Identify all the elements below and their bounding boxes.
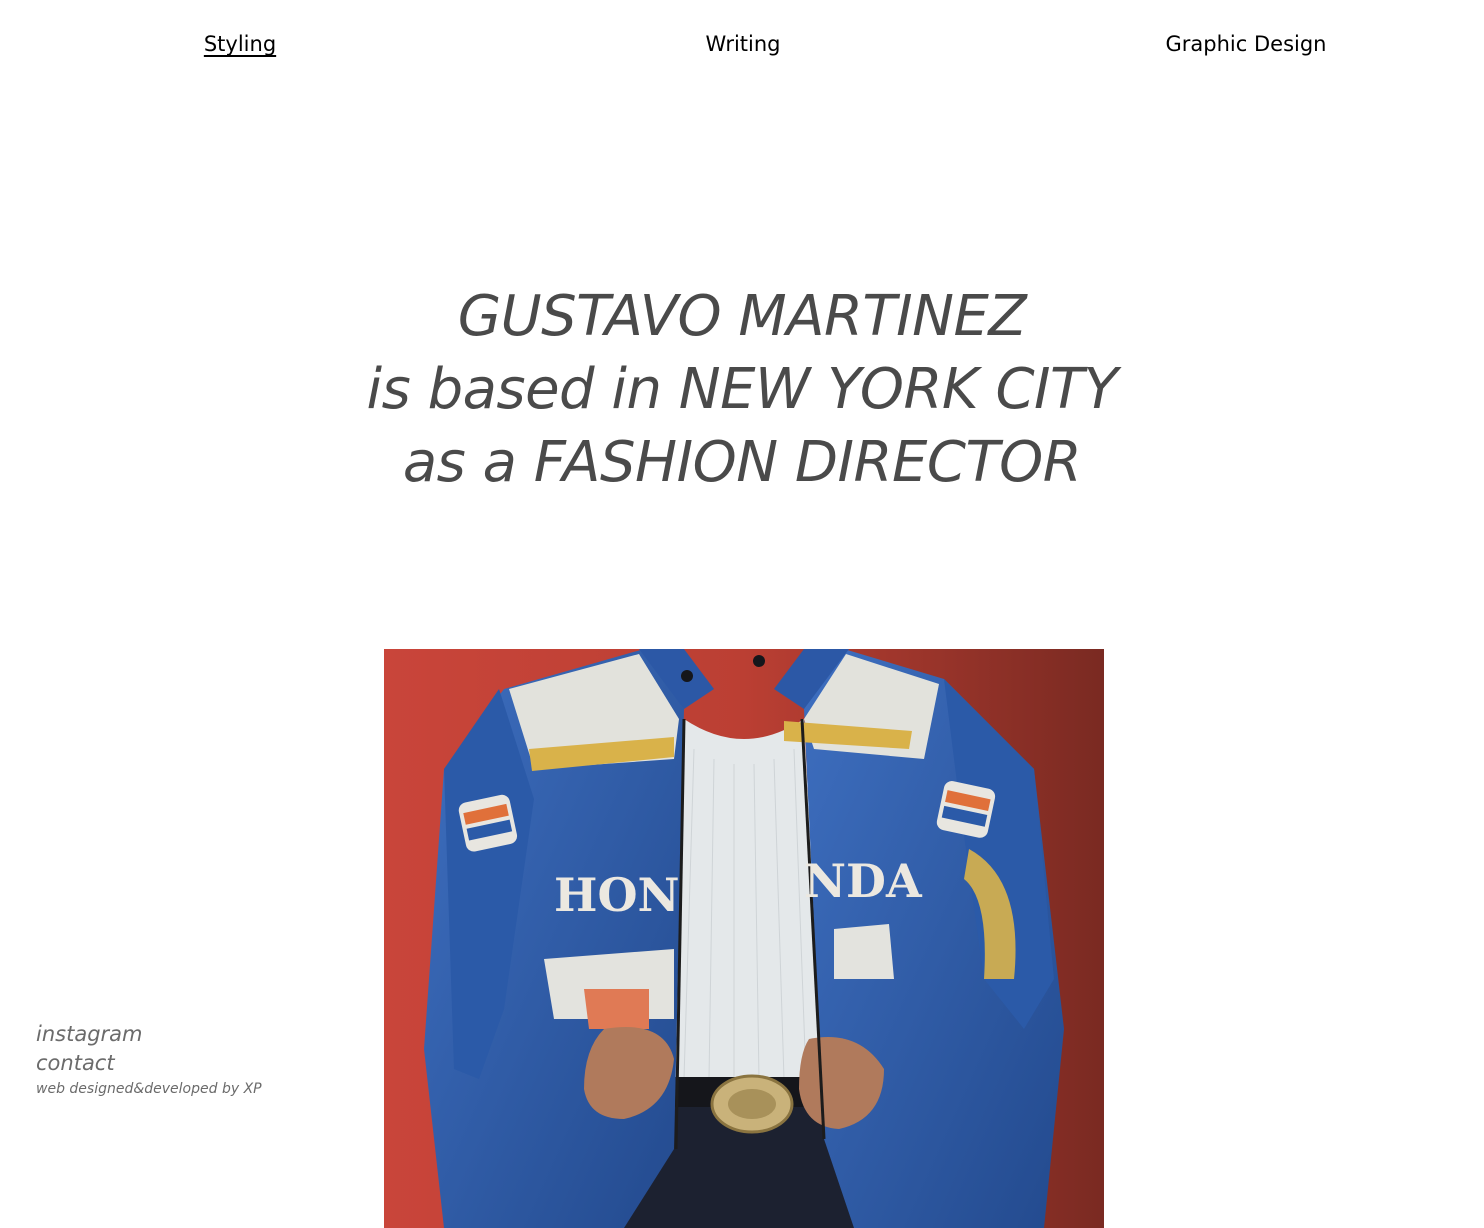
hero-headline: GUSTAVO MARTINEZ is based in NEW YORK CI… (0, 280, 1484, 499)
top-nav: Styling Writing Graphic Design (0, 30, 1484, 60)
nav-link-styling[interactable]: Styling (204, 30, 276, 58)
nav-link-writing[interactable]: Writing (706, 30, 781, 58)
jacket-lettering-right: NDA (804, 854, 923, 908)
footer: instagram contact web designed&developed… (36, 1020, 262, 1098)
hero-line-location: is based in NEW YORK CITY (366, 357, 1118, 422)
hero-line-name: GUSTAVO MARTINEZ (457, 284, 1027, 349)
contact-link[interactable]: contact (36, 1049, 262, 1078)
nav-link-graphic-design[interactable]: Graphic Design (1166, 30, 1327, 58)
hero-photo: HON NDA (384, 649, 1104, 1228)
hero-line-role: as a FASHION DIRECTOR (402, 430, 1082, 495)
site-credit: web designed&developed by XP (36, 1081, 262, 1097)
racing-jacket-photo: HON NDA (384, 649, 1104, 1228)
jacket-lettering-left: HON (554, 868, 680, 922)
instagram-link[interactable]: instagram (36, 1020, 262, 1049)
